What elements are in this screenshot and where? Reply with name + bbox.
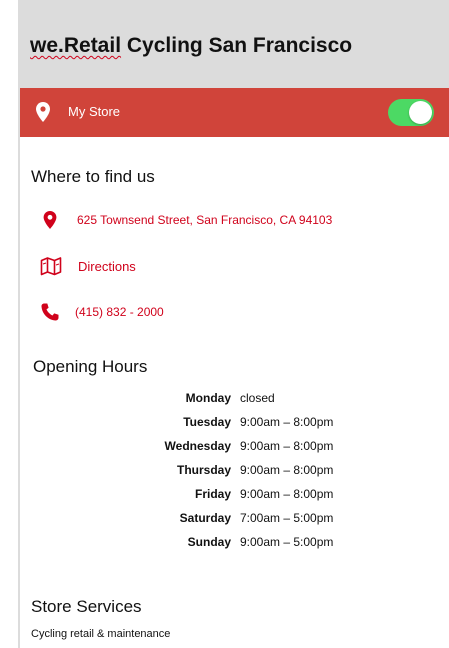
toggle-knob: [409, 101, 432, 124]
hours-row: Monday closed: [0, 389, 449, 409]
hours-row: Thursday 9:00am – 8:00pm: [0, 461, 449, 481]
my-store-label: My Store: [68, 104, 121, 119]
hours-time: 9:00am – 5:00pm: [240, 535, 334, 549]
my-store-toggle[interactable]: [388, 99, 434, 126]
page-title-rest: Cycling San Francisco: [121, 34, 353, 57]
map-pin-icon: [36, 102, 50, 122]
hours-time: 9:00am – 8:00pm: [240, 439, 334, 453]
hours-row: Wednesday 9:00am – 8:00pm: [0, 437, 449, 457]
hours-time: 7:00am – 5:00pm: [240, 511, 334, 525]
hours-day: Saturday: [179, 511, 231, 525]
where-to-find-us-heading: Where to find us: [31, 167, 155, 186]
hours-day: Friday: [194, 487, 231, 501]
map-pin-icon: [40, 210, 60, 230]
directions-row[interactable]: Directions: [40, 254, 136, 278]
my-store-bar: My Store: [20, 88, 449, 137]
store-services-heading: Store Services: [31, 597, 142, 616]
hours-time: closed: [240, 391, 275, 405]
map-icon: [40, 256, 62, 276]
address-link[interactable]: 625 Townsend Street, San Francisco, CA 9…: [77, 213, 332, 227]
hours-time: 9:00am – 8:00pm: [240, 487, 334, 501]
hours-row: Tuesday 9:00am – 8:00pm: [0, 413, 449, 433]
hours-time: 9:00am – 8:00pm: [240, 463, 334, 477]
opening-hours-heading: Opening Hours: [33, 357, 148, 376]
hours-day: Tuesday: [183, 415, 231, 429]
hours-day: Monday: [185, 391, 231, 405]
page-title: we.Retail Cycling San Francisco: [30, 34, 352, 58]
hours-day: Thursday: [176, 463, 231, 477]
address-row[interactable]: 625 Townsend Street, San Francisco, CA 9…: [40, 208, 332, 232]
directions-link[interactable]: Directions: [78, 259, 136, 274]
phone-row[interactable]: (415) 832 - 2000: [40, 300, 164, 324]
page-title-brand: we.Retail: [30, 34, 122, 57]
hours-row: Sunday 9:00am – 5:00pm: [0, 533, 449, 553]
hours-row: Saturday 7:00am – 5:00pm: [0, 509, 449, 529]
store-services-text: Cycling retail & maintenance: [31, 628, 171, 640]
hours-time: 9:00am – 8:00pm: [240, 415, 334, 429]
hours-day: Sunday: [187, 535, 231, 549]
hours-day: Wednesday: [164, 439, 231, 453]
phone-link[interactable]: (415) 832 - 2000: [75, 305, 164, 319]
phone-icon: [40, 302, 60, 322]
page-header: we.Retail Cycling San Francisco: [20, 0, 449, 88]
hours-row: Friday 9:00am – 8:00pm: [0, 485, 449, 505]
